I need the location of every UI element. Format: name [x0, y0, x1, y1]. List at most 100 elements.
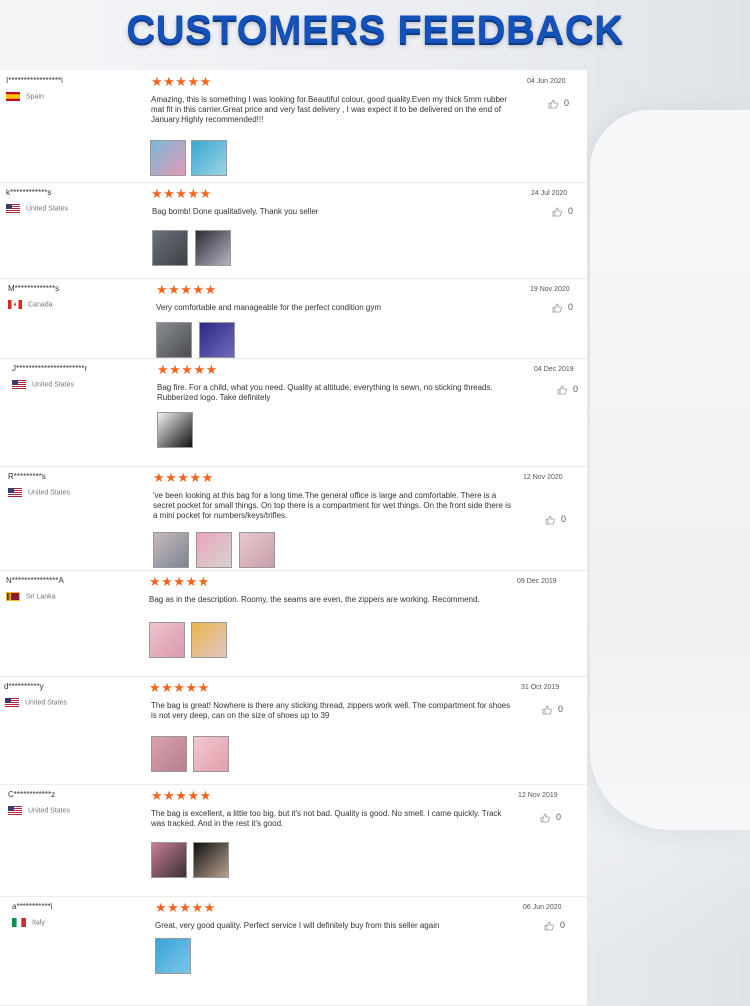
helpful-count: 0 [568, 302, 574, 312]
review-text: The bag is excellent, a little too big, … [151, 809, 502, 828]
review-date: 12 Nov 2019 [518, 792, 558, 799]
review-photo-thumbnail[interactable] [156, 322, 192, 358]
reviewer-name: a***********i [12, 902, 53, 911]
review-photo-thumbnail[interactable] [152, 230, 188, 266]
review-photo-thumbnail[interactable] [157, 412, 193, 448]
country-name: United States [26, 205, 69, 213]
reviewer-country: Sri Lanka [6, 592, 56, 601]
review-text: Very comfortable and manageable for the … [156, 303, 382, 312]
thumbs-up-icon [557, 385, 567, 395]
reviewer-name: k************s [6, 188, 52, 197]
thumbs-up-icon [552, 303, 562, 313]
review-item: N***************A Sri Lanka ★★★★★ 09 Dec 20… [0, 570, 587, 677]
reviewer-country: United States [8, 806, 70, 815]
reviewer-country: United States [6, 204, 68, 213]
country-name: United States [28, 807, 71, 815]
helpful-count: 0 [556, 812, 562, 822]
country-name: United States [28, 489, 71, 497]
star-rating: ★★★★★ [151, 788, 212, 803]
review-date: 31 Oct 2019 [521, 684, 560, 691]
spain-flag-icon [6, 92, 20, 101]
review-photo-thumbnail[interactable] [150, 140, 186, 176]
review-text: Great, very good quality. Perfect servic… [155, 921, 440, 930]
helpful-count: 0 [568, 206, 574, 216]
review-photo-thumbnail[interactable] [199, 322, 235, 358]
reviewer-name: R*********s [8, 472, 46, 481]
thumbs-up-icon [545, 515, 555, 525]
thumbs-up-icon [540, 813, 550, 823]
review-text: The bag is great! Nowhere is there any s… [151, 701, 511, 720]
review-text: 've been looking at this bag for a long … [153, 491, 511, 520]
reviewer-country: Canada [8, 300, 53, 309]
reviewer-name: N***************A [6, 576, 64, 585]
page-title: CUSTOMERS FEEDBACK [126, 8, 624, 52]
review-photo-thumbnail[interactable] [191, 140, 227, 176]
review-item: k************s United States ★★★★★ 24 Jul 2… [0, 182, 587, 279]
review-photo-thumbnail[interactable] [239, 532, 275, 568]
helpful-button[interactable]: 0 [548, 98, 569, 109]
us-flag-icon [6, 204, 20, 213]
review-photo-thumbnail[interactable] [191, 622, 227, 658]
helpful-button[interactable]: 0 [540, 812, 561, 823]
country-name: Italy [32, 919, 45, 927]
review-photo-thumbnail[interactable] [193, 736, 229, 772]
review-photo-thumbnail[interactable] [155, 938, 191, 974]
review-photo-thumbnail[interactable] [196, 532, 232, 568]
star-rating: ★★★★★ [151, 74, 212, 89]
helpful-count: 0 [564, 98, 570, 108]
helpful-button[interactable]: 0 [544, 920, 565, 931]
italy-flag-icon [12, 918, 26, 927]
helpful-count: 0 [558, 704, 564, 714]
review-date: 04 Dec 2019 [534, 366, 574, 373]
us-flag-icon [8, 488, 22, 497]
review-text: Bag fire. For a child, what you need. Qu… [157, 383, 493, 402]
reviewer-country: United States [12, 380, 74, 389]
review-text: Bag bomb! Done qualitatively. Thank you … [152, 207, 319, 216]
star-rating: ★★★★★ [155, 900, 216, 915]
review-date: 06 Jun 2020 [523, 904, 562, 911]
country-name: Sri Lanka [26, 593, 56, 601]
review-date: 19 Nov 2020 [530, 286, 570, 293]
thumbs-up-icon [542, 705, 552, 715]
reviewer-name: C************z [8, 790, 56, 799]
us-flag-icon [12, 380, 26, 389]
reviewer-country: Italy [12, 918, 45, 927]
review-photo-thumbnail[interactable] [151, 736, 187, 772]
review-photo-thumbnail[interactable] [153, 532, 189, 568]
review-item: R*********s United States ★★★★★ 12 Nov 2020… [0, 466, 587, 571]
canada-flag-icon [8, 300, 22, 309]
reviewer-country: Spain [6, 92, 44, 101]
thumbs-up-icon [548, 99, 558, 109]
review-date: 09 Dec 2019 [517, 578, 557, 585]
review-date: 12 Nov 2020 [523, 474, 563, 481]
helpful-count: 0 [560, 920, 566, 930]
helpful-count: 0 [561, 514, 567, 524]
helpful-button[interactable]: 0 [545, 514, 566, 525]
helpful-button[interactable]: 0 [552, 302, 573, 313]
review-photo-thumbnail[interactable] [151, 842, 187, 878]
helpful-button[interactable]: 0 [542, 704, 563, 715]
star-rating: ★★★★★ [153, 470, 214, 485]
country-name: Spain [26, 93, 44, 101]
country-name: United States [25, 699, 68, 707]
review-photo-thumbnail[interactable] [193, 842, 229, 878]
review-text: Bag as in the description. Roomy, the se… [149, 595, 480, 604]
review-date: 04 Jun 2020 [527, 78, 566, 85]
reviewer-name: I*****************i [6, 76, 63, 85]
us-flag-icon [8, 806, 22, 815]
reviewer-name: d**********y [4, 682, 44, 691]
review-item: d**********y United States ★★★★★ 31 Oct 201… [0, 676, 587, 785]
reviewer-country: United States [8, 488, 70, 497]
reviewer-country: United States [5, 698, 67, 707]
star-rating: ★★★★★ [151, 186, 212, 201]
reviewer-name: J**********************r [12, 364, 88, 373]
star-rating: ★★★★★ [149, 574, 210, 589]
us-flag-icon [5, 698, 19, 707]
helpful-button[interactable]: 0 [557, 384, 578, 395]
star-rating: ★★★★★ [149, 680, 210, 695]
helpful-button[interactable]: 0 [552, 206, 573, 217]
review-photo-thumbnail[interactable] [149, 622, 185, 658]
country-name: Canada [28, 301, 53, 309]
srilanka-flag-icon [6, 592, 20, 601]
review-photo-thumbnail[interactable] [195, 230, 231, 266]
